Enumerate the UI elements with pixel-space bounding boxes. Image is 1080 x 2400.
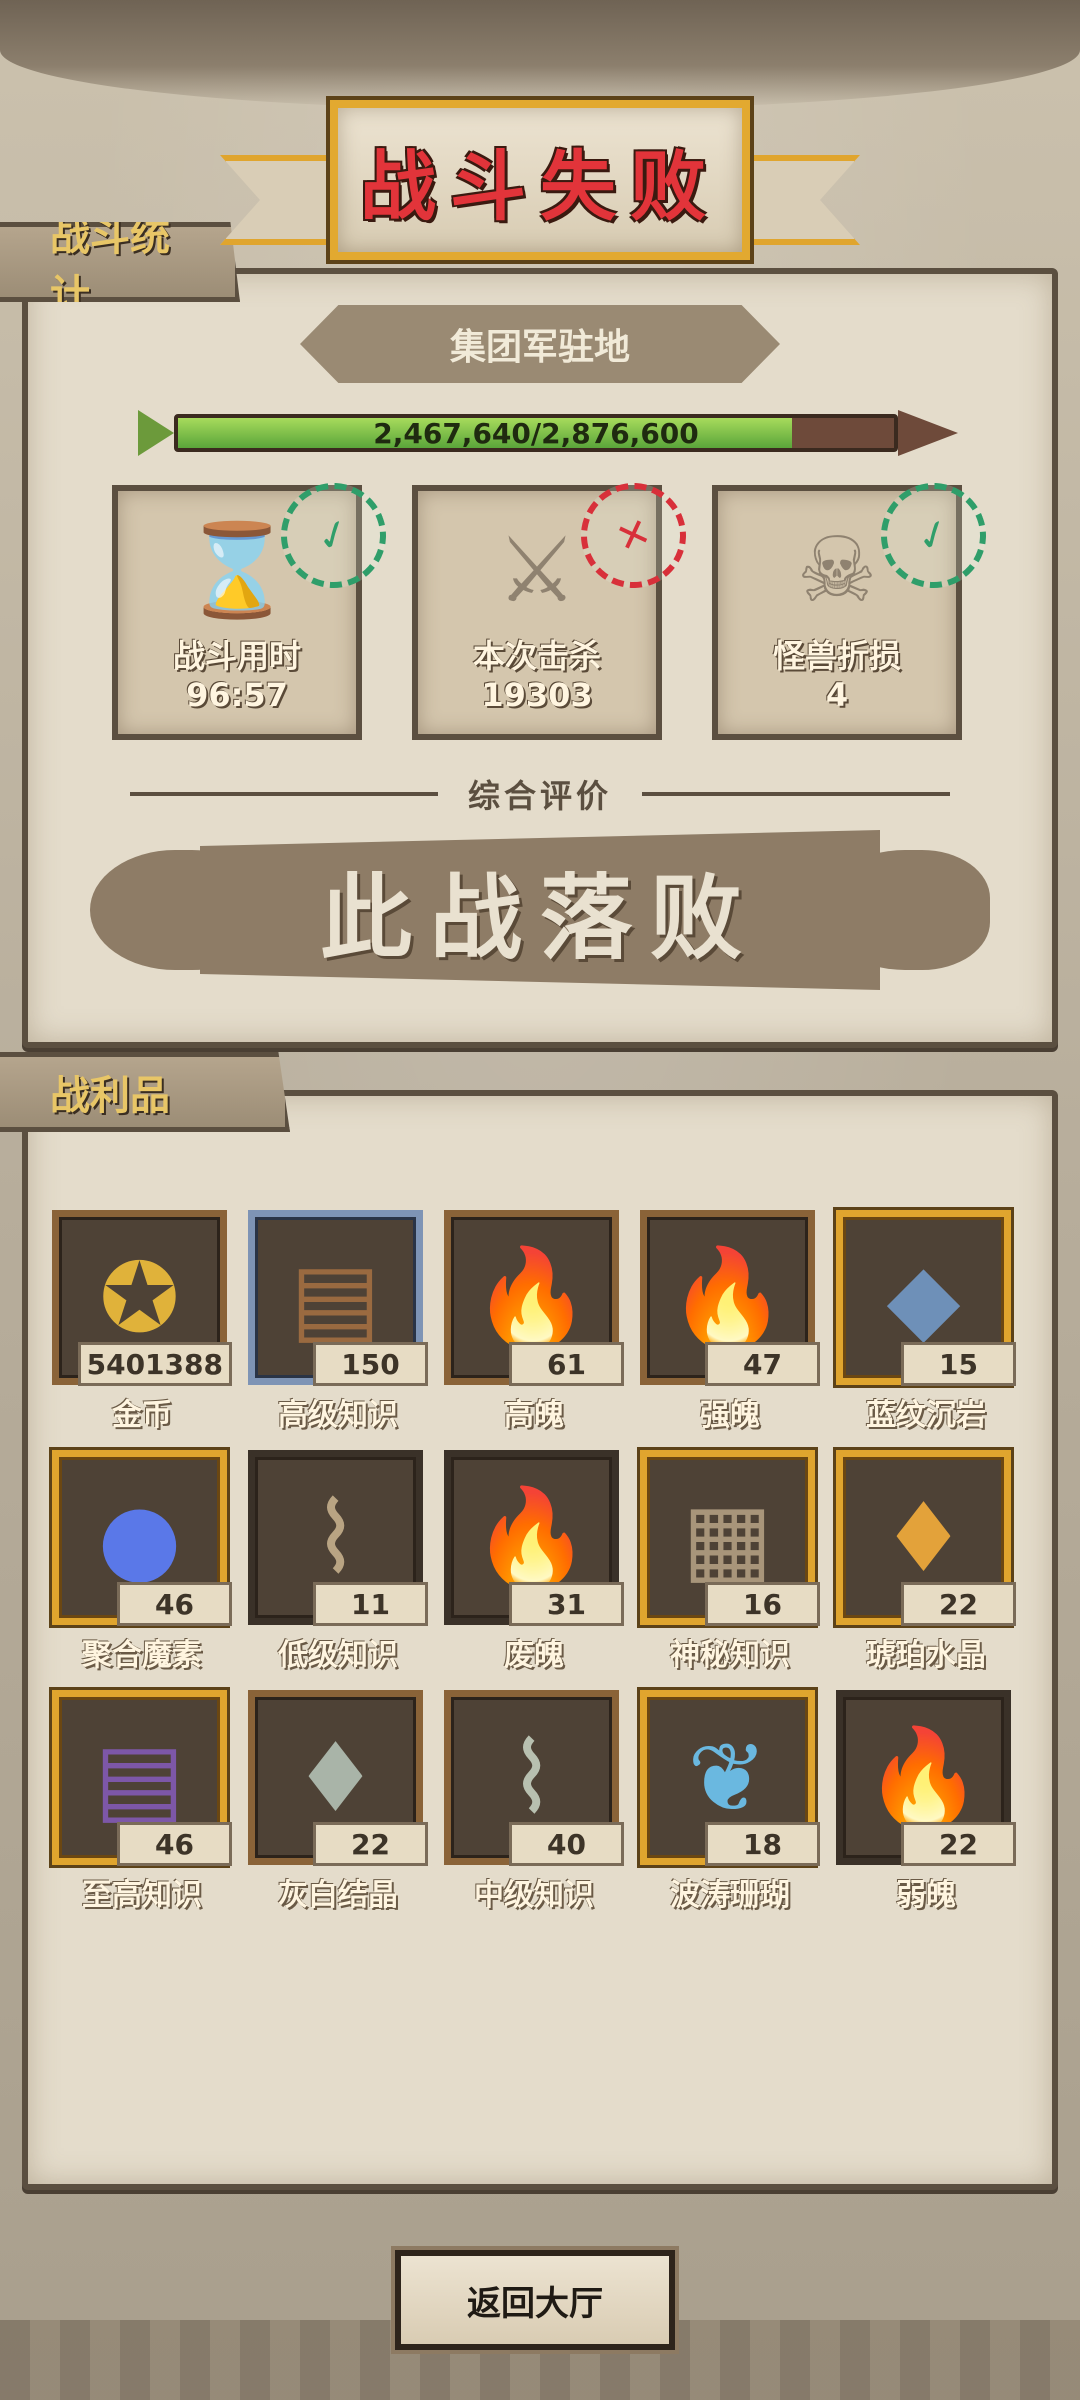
loot-item-name: 弱魄 <box>896 1878 956 1913</box>
loot-item-name: 蓝纹沉岩 <box>866 1398 986 1433</box>
loot-item[interactable]: 🔥 47 强魄 <box>640 1210 820 1433</box>
loot-item-name: 高级知识 <box>278 1398 398 1433</box>
verdict-plate: 此战落败 <box>200 830 880 990</box>
rating-label: 综合评价 <box>468 777 613 815</box>
loot-item-count: 11 <box>313 1582 428 1626</box>
title-banner: 战斗失败 <box>220 100 860 280</box>
loot-item-count: 46 <box>117 1582 232 1626</box>
loot-item-name: 废魄 <box>504 1638 564 1673</box>
stat-value: 96:57 <box>186 676 288 714</box>
progress-arrow-right-icon <box>898 410 958 456</box>
verdict-banner: 此战落败 <box>90 830 990 990</box>
stat-card-monster-loss: ☠ ✓ 怪兽折损 4 <box>712 468 1001 740</box>
loot-item[interactable]: ❦ 18 波涛珊瑚 <box>640 1690 820 1913</box>
rating-divider: 综合评价 <box>130 774 951 815</box>
loot-item-count: 16 <box>705 1582 820 1626</box>
loot-item-count: 40 <box>509 1822 624 1866</box>
loot-item[interactable]: ⌇ 11 低级知识 <box>248 1450 428 1673</box>
loot-item-count: 22 <box>313 1822 428 1866</box>
loot-item-name: 聚合魔素 <box>82 1638 202 1673</box>
return-lobby-label: 返回大厅 <box>467 2283 603 2324</box>
loot-item[interactable]: ● 46 聚合魔素 <box>52 1450 232 1673</box>
stat-label: 本次击杀 <box>472 637 601 675</box>
location-banner: 集团军驻地 <box>300 305 780 383</box>
verdict-text: 此战落败 <box>319 864 760 972</box>
loot-tab: 战利品 <box>0 1052 290 1132</box>
loot-item-count: 46 <box>117 1822 232 1866</box>
banner-plate: 战斗失败 <box>330 100 750 260</box>
stat-label: 战斗用时 <box>172 637 301 675</box>
loot-item-count: 31 <box>509 1582 624 1626</box>
loot-item-count: 22 <box>901 1582 1016 1626</box>
divider-line-left <box>130 792 438 796</box>
progress-arrow-left-icon <box>138 410 174 456</box>
loot-item-count: 22 <box>901 1822 1016 1866</box>
progress-track: 2,467,640/2,876,600 <box>174 414 898 452</box>
loot-item[interactable]: ▤ 150 高级知识 <box>248 1210 428 1433</box>
loot-item[interactable]: ⌇ 40 中级知识 <box>444 1690 624 1913</box>
skull-icon: ☠ <box>796 517 878 623</box>
divider-line-right <box>642 792 951 796</box>
loot-item-name: 中级知识 <box>474 1878 594 1913</box>
stat-value: 4 <box>825 676 849 714</box>
loot-tab-label: 战利品 <box>50 1073 170 1119</box>
stat-cards: ⌛ ✓ 战斗用时 96:57 ⚔ ✕ 本次击杀 19303 ☠ ✓ 怪兽折损 4 <box>112 468 1001 745</box>
loot-item-count: 18 <box>705 1822 820 1866</box>
loot-item[interactable]: 🔥 22 弱魄 <box>836 1690 1016 1913</box>
loot-item-name: 低级知识 <box>278 1638 398 1673</box>
loot-item[interactable]: ▤ 46 至高知识 <box>52 1690 232 1913</box>
loot-item-name: 神秘知识 <box>670 1638 790 1673</box>
loot-item[interactable]: ▦ 16 神秘知识 <box>640 1450 820 1673</box>
loot-item-name: 高魄 <box>504 1398 564 1433</box>
return-lobby-button[interactable]: 返回大厅 <box>395 2250 675 2350</box>
stat-card-kills: ⚔ ✕ 本次击杀 19303 <box>412 468 701 740</box>
loot-item-count: 5401388 <box>77 1342 232 1386</box>
loot-item[interactable]: ✪ 5401388 金币 <box>52 1210 232 1433</box>
loot-item-count: 15 <box>901 1342 1016 1386</box>
loot-item-count: 150 <box>313 1342 428 1386</box>
stat-label: 怪兽折损 <box>772 637 901 675</box>
stat-value: 19303 <box>481 676 593 714</box>
stat-card-battle-time: ⌛ ✓ 战斗用时 96:57 <box>112 468 401 740</box>
crossed-swords-icon: ⚔ <box>496 517 578 623</box>
progress-text: 2,467,640/2,876,600 <box>373 416 699 450</box>
loot-item-count: 61 <box>509 1342 624 1386</box>
hourglass-icon: ⌛ <box>180 517 294 623</box>
loot-item-name: 金币 <box>112 1398 172 1433</box>
loot-item[interactable]: ◆ 15 蓝纹沉岩 <box>836 1210 1016 1433</box>
page-title: 战斗失败 <box>360 142 720 231</box>
hp-progress-bar: 2,467,640/2,876,600 <box>138 408 958 458</box>
loot-item-name: 波涛珊瑚 <box>670 1878 790 1913</box>
loot-item-name: 灰白结晶 <box>278 1878 398 1913</box>
loot-item[interactable]: ♦ 22 灰白结晶 <box>248 1690 428 1913</box>
loot-item[interactable]: 🔥 31 废魄 <box>444 1450 624 1673</box>
loot-item[interactable]: ♦ 22 琥珀水晶 <box>836 1450 1016 1673</box>
loot-item-name: 强魄 <box>700 1398 760 1433</box>
location-label: 集团军驻地 <box>449 327 630 368</box>
loot-item-name: 琥珀水晶 <box>866 1638 986 1673</box>
loot-item-name: 至高知识 <box>82 1878 202 1913</box>
loot-item[interactable]: 🔥 61 高魄 <box>444 1210 624 1433</box>
battle-stats-tab: 战斗统计 <box>0 222 240 302</box>
loot-item-count: 47 <box>705 1342 820 1386</box>
